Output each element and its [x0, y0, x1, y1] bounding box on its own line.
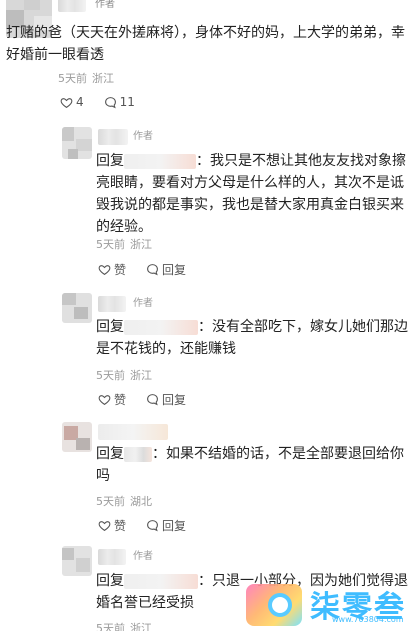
- like-button[interactable]: 4: [60, 95, 84, 109]
- reply-time: 5天前: [96, 369, 125, 382]
- reply-prefix: 回复: [96, 319, 124, 335]
- reply-meta: 5天前 湖北: [96, 493, 152, 509]
- avatar[interactable]: [62, 127, 92, 159]
- reply-meta: 5天前 浙江: [96, 620, 152, 631]
- username[interactable]: [58, 0, 86, 12]
- watermark-logo: [246, 584, 302, 626]
- avatar[interactable]: [62, 422, 92, 452]
- reply-time: 5天前: [96, 495, 125, 508]
- reply-location: 浙江: [130, 622, 152, 631]
- reply-text: 回复 ：如果不结婚的话，不是全部要退回给你吗: [96, 443, 410, 487]
- like-label: 赞: [114, 393, 127, 407]
- mention-username[interactable]: [124, 573, 198, 589]
- like-count: 4: [76, 95, 84, 109]
- reply-text: 回复 ：我只是不想让其他友友找对象擦亮眼睛，要看对方父母是什么样的人，其次不是诋毁…: [96, 150, 410, 238]
- comment-time: 5天前: [58, 72, 87, 85]
- author-badge: 作者: [130, 551, 156, 563]
- watermark: 柒零叁 www.703804.com: [246, 582, 416, 628]
- reply-location: 浙江: [130, 238, 152, 251]
- username[interactable]: [98, 549, 126, 565]
- author-badge: 作者: [92, 0, 118, 11]
- reply-actions: 赞 回复: [98, 391, 206, 408]
- comment-text: 打赌的爸（天天在外搓麻将），身体不好的妈，上大学的弟弟，幸好婚前一眼看透: [6, 25, 405, 63]
- heart-icon: [98, 521, 111, 532]
- reply-label: 回复: [162, 263, 187, 277]
- reply-actions: 赞 回复: [98, 517, 206, 534]
- reply-label: 回复: [162, 393, 187, 407]
- reply-time: 5天前: [96, 238, 125, 251]
- mention-username[interactable]: [124, 153, 196, 169]
- heart-icon: [60, 97, 73, 108]
- heart-icon: [98, 395, 111, 406]
- reply-button[interactable]: 回复: [146, 261, 186, 278]
- like-label: 赞: [114, 263, 127, 277]
- reply-meta: 5天前 浙江: [96, 236, 152, 252]
- reply-label: 回复: [162, 519, 187, 533]
- comment-bubble-icon: [147, 520, 158, 532]
- reply-prefix: 回复: [96, 573, 124, 589]
- username[interactable]: [98, 129, 128, 145]
- reply-location: 湖北: [130, 495, 152, 508]
- reply-text: 回复 ：没有全部吃下，嫁女儿她们那边是不花钱的，还能赚钱: [96, 316, 410, 360]
- comment-location: 浙江: [92, 72, 114, 85]
- reply-button[interactable]: 11: [104, 95, 135, 109]
- reply-prefix: 回复: [96, 153, 124, 169]
- reply-button[interactable]: 回复: [146, 391, 186, 408]
- reply-prefix: 回复: [96, 446, 124, 462]
- comment-meta: 5天前 浙江: [58, 70, 114, 86]
- reply-location: 浙江: [130, 369, 152, 382]
- like-label: 赞: [114, 519, 127, 533]
- username[interactable]: [98, 424, 168, 440]
- like-button[interactable]: 赞: [98, 391, 126, 408]
- reply-time: 5天前: [96, 622, 125, 631]
- mention-username[interactable]: [124, 319, 198, 335]
- username[interactable]: [98, 296, 126, 312]
- comment-bubble-icon: [147, 264, 158, 276]
- reply-actions: 赞 回复: [98, 261, 206, 278]
- reply-button[interactable]: 回复: [146, 517, 186, 534]
- comment-bubble-icon: [147, 394, 158, 406]
- reply-count: 11: [119, 95, 135, 109]
- author-badge: 作者: [130, 298, 156, 310]
- avatar[interactable]: [62, 546, 92, 576]
- author-badge: 作者: [130, 131, 156, 143]
- avatar[interactable]: [62, 293, 92, 323]
- watermark-url: www.703804.com: [332, 615, 404, 624]
- like-button[interactable]: 赞: [98, 261, 126, 278]
- like-button[interactable]: 赞: [98, 517, 126, 534]
- mention-username[interactable]: [124, 446, 152, 462]
- comment-bubble-icon: [104, 96, 116, 108]
- heart-icon: [98, 265, 111, 276]
- comment-actions: 4 11: [60, 95, 155, 109]
- reply-meta: 5天前 浙江: [96, 367, 152, 383]
